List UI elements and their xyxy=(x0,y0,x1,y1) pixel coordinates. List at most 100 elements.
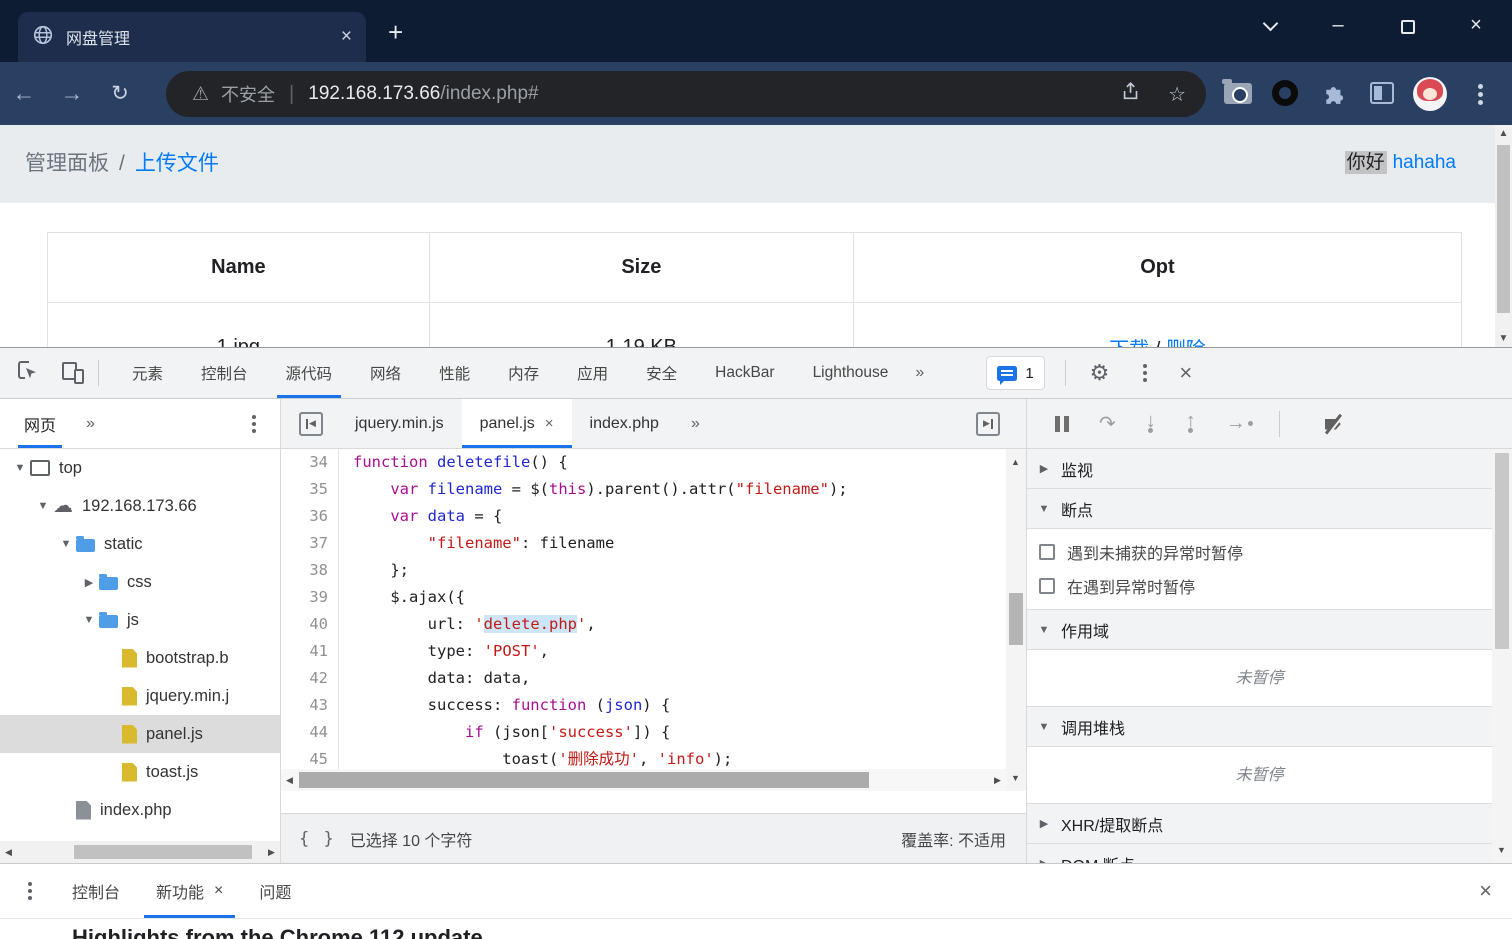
tree-item-js[interactable]: ▼js xyxy=(0,601,280,639)
braces-icon[interactable]: { } xyxy=(299,829,336,849)
debug-section-XHR/提取断点[interactable]: ▶XHR/提取断点 xyxy=(1027,804,1492,844)
scroll-thumb[interactable] xyxy=(1495,453,1509,649)
pause-script-icon[interactable] xyxy=(1055,416,1069,432)
tree-expander-icon[interactable]: ▼ xyxy=(56,538,76,550)
scroll-left-icon[interactable]: ◀ xyxy=(281,769,298,791)
tree-expander-icon[interactable]: ▼ xyxy=(33,500,53,512)
tree-expander-icon[interactable]: ▶ xyxy=(79,576,99,589)
navigator-more-tabs-icon[interactable]: » xyxy=(86,415,95,433)
breakpoint-option-row[interactable]: 遇到未捕获的异常时暂停 xyxy=(1027,535,1492,569)
tab-search-chevron-icon[interactable] xyxy=(1255,12,1285,35)
tab-close-icon[interactable]: × xyxy=(341,26,352,48)
scroll-right-icon[interactable]: ▶ xyxy=(263,841,280,863)
tree-item-192.168.173.66[interactable]: ▼☁192.168.173.66 xyxy=(0,487,280,525)
window-maximize-button[interactable] xyxy=(1393,17,1423,40)
file-tab-close-icon[interactable]: × xyxy=(545,415,554,432)
scroll-thumb[interactable] xyxy=(1497,145,1510,313)
back-button[interactable]: ← xyxy=(0,80,48,107)
device-toolbar-icon[interactable] xyxy=(62,362,84,384)
show-debugger-icon[interactable]: ▶ xyxy=(976,412,1000,436)
devtools-tab-Lighthouse[interactable]: Lighthouse xyxy=(794,348,908,398)
drawer-tab-close-icon[interactable]: × xyxy=(214,882,223,900)
file-action-link[interactable]: 删除 xyxy=(1166,339,1206,347)
file-tab-index.php[interactable]: index.php xyxy=(572,399,677,448)
navigator-kebab-icon[interactable] xyxy=(252,415,256,419)
checkbox[interactable] xyxy=(1039,578,1055,594)
scroll-up-icon[interactable]: ▲ xyxy=(1495,125,1512,142)
devtools-tab-内存[interactable]: 内存 xyxy=(489,348,558,398)
address-bar[interactable]: ⚠ 不安全 | 192.168.173.66 /index.php# ☆ xyxy=(166,71,1206,117)
breadcrumb-current-link[interactable]: 上传文件 xyxy=(135,152,219,175)
debug-section-DOM 断点[interactable]: ▶DOM 断点 xyxy=(1027,844,1492,863)
screenshot-camera-icon[interactable] xyxy=(1224,83,1252,104)
tree-expander-icon[interactable]: ▼ xyxy=(79,614,99,626)
file-action-link[interactable]: 下载 xyxy=(1109,339,1149,347)
tree-item-panel.js[interactable]: panel.js xyxy=(0,715,280,753)
breakpoint-option-row[interactable]: 在遇到异常时暂停 xyxy=(1027,569,1492,603)
drawer-tab-问题[interactable]: 问题 xyxy=(241,864,309,918)
issues-button[interactable]: 1 xyxy=(986,356,1044,390)
profile-avatar[interactable] xyxy=(1413,77,1447,111)
new-tab-button[interactable]: + xyxy=(388,22,403,42)
window-close-button[interactable]: × xyxy=(1461,14,1491,37)
devtools-settings-gear-icon[interactable]: ⚙ xyxy=(1090,360,1110,386)
devtools-tab-应用[interactable]: 应用 xyxy=(558,348,627,398)
debug-section-断点[interactable]: ▼断点 xyxy=(1027,489,1492,529)
tree-item-static[interactable]: ▼static xyxy=(0,525,280,563)
reload-button[interactable]: ↻ xyxy=(96,81,144,106)
greeting-username-link[interactable]: hahaha xyxy=(1393,152,1456,173)
devtools-tab-安全[interactable]: 安全 xyxy=(627,348,696,398)
scroll-right-icon[interactable]: ▶ xyxy=(989,769,1006,791)
navigator-h-scrollbar[interactable]: ◀ ▶ xyxy=(0,841,280,863)
devtools-menu-kebab-icon[interactable] xyxy=(1143,364,1147,368)
deactivate-breakpoints-icon[interactable] xyxy=(1322,414,1344,434)
debug-section-调用堆栈[interactable]: ▼调用堆栈 xyxy=(1027,707,1492,747)
hide-navigator-icon[interactable]: ◀ xyxy=(299,412,323,436)
scroll-up-icon[interactable]: ▲ xyxy=(1007,451,1024,473)
navigator-tab-page[interactable]: 网页 xyxy=(24,399,56,448)
devtools-close-icon[interactable]: × xyxy=(1179,360,1192,386)
more-tabs-chevrons-icon[interactable]: » xyxy=(907,364,932,382)
checkbox[interactable] xyxy=(1039,544,1055,560)
share-icon[interactable] xyxy=(1120,80,1142,108)
devtools-tab-源代码[interactable]: 源代码 xyxy=(267,348,352,398)
browser-tab[interactable]: 网盘管理 × xyxy=(18,12,366,62)
devtools-tab-性能[interactable]: 性能 xyxy=(420,348,489,398)
debug-section-监视[interactable]: ▶监视 xyxy=(1027,449,1492,489)
tree-item-top[interactable]: ▼top xyxy=(0,449,280,487)
file-tab-jquery.min.js[interactable]: jquery.min.js xyxy=(337,399,462,448)
scroll-down-icon[interactable]: ▼ xyxy=(1495,330,1512,347)
code-viewport[interactable]: 34function deletefile() {35 var filename… xyxy=(281,449,1006,791)
step-into-icon[interactable]: ↓ xyxy=(1146,415,1156,433)
tree-item-index.php[interactable]: index.php xyxy=(0,791,280,829)
devtools-tab-网络[interactable]: 网络 xyxy=(351,348,420,398)
tree-item-jquery.min.j[interactable]: jquery.min.j xyxy=(0,677,280,715)
scroll-thumb[interactable] xyxy=(74,845,252,859)
drawer-close-icon[interactable]: × xyxy=(1479,878,1492,904)
step-out-icon[interactable]: ↑ xyxy=(1186,415,1196,433)
drawer-tab-控制台[interactable]: 控制台 xyxy=(54,864,138,918)
debug-section-作用域[interactable]: ▼作用域 xyxy=(1027,610,1492,650)
debugger-v-scrollbar[interactable]: ▼ xyxy=(1492,449,1512,863)
browser-menu-kebab-icon[interactable] xyxy=(1478,84,1483,89)
forward-button[interactable]: → xyxy=(48,80,96,107)
bookmark-star-icon[interactable]: ☆ xyxy=(1168,82,1186,107)
step-icon[interactable]: → xyxy=(1226,412,1253,435)
not-secure-label[interactable]: 不安全 xyxy=(221,81,275,107)
devtools-tab-控制台[interactable]: 控制台 xyxy=(182,348,267,398)
tree-item-css[interactable]: ▶css xyxy=(0,563,280,601)
tree-item-toast.js[interactable]: toast.js xyxy=(0,753,280,791)
scroll-down-icon[interactable]: ▼ xyxy=(1007,767,1024,789)
drawer-tab-新功能[interactable]: 新功能× xyxy=(138,864,241,918)
devtools-tab-元素[interactable]: 元素 xyxy=(113,348,182,398)
scroll-left-icon[interactable]: ◀ xyxy=(0,841,17,863)
record-circle-icon[interactable] xyxy=(1272,80,1298,106)
page-scrollbar[interactable]: ▲ ▼ xyxy=(1495,125,1512,347)
drawer-kebab-icon[interactable] xyxy=(28,882,32,886)
tree-item-bootstrap.b[interactable]: bootstrap.b xyxy=(0,639,280,677)
file-tabs-more-icon[interactable]: » xyxy=(677,415,714,433)
step-over-icon[interactable]: ↷ xyxy=(1099,411,1116,436)
inspect-element-icon[interactable] xyxy=(16,359,40,387)
devtools-tab-HackBar[interactable]: HackBar xyxy=(696,348,793,398)
editor-v-scrollbar[interactable]: ▲ ▼ xyxy=(1006,449,1026,791)
